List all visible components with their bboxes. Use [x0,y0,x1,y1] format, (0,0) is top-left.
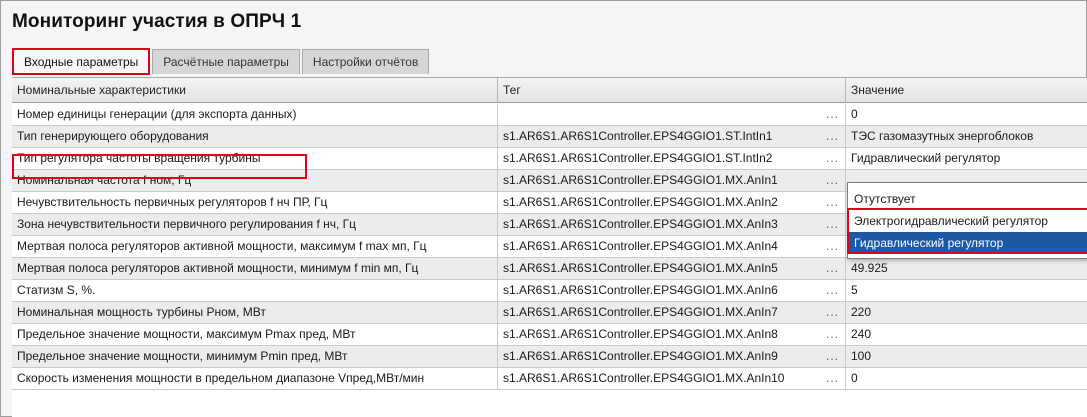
tag-browse-button[interactable]: ... [820,324,846,345]
parameter-name-cell: Предельное значение мощности, минимум Pm… [12,346,498,367]
parameter-name-cell: Тип регулятора частоты вращения турбины [12,148,498,169]
tag-cell[interactable]: s1.AR6S1.AR6S1Controller.EPS4GGIO1.MX.An… [498,368,820,389]
table-row[interactable]: Статизм S, %. s1.AR6S1.AR6S1Controller.EP… [12,280,1087,302]
tag-browse-button[interactable]: ... [820,170,846,191]
table-row[interactable]: Номер единицы генерации (для экспорта да… [12,104,1087,126]
column-header-tag[interactable]: Тег [498,78,846,103]
column-header-characteristics[interactable]: Номинальные характеристики [12,78,498,103]
table-row[interactable]: Номинальная мощность турбины Рном, МВт s1… [12,302,1087,324]
parameter-name-cell: Номер единицы генерации (для экспорта да… [12,104,498,125]
tag-browse-button[interactable]: ... [820,302,846,323]
table-header: Номинальные характеристики Тег Значение [12,78,1087,103]
tag-browse-button[interactable]: ... [820,258,846,279]
parameter-name-cell: Скорость изменения мощности в предельном… [12,368,498,389]
tag-cell[interactable]: s1.AR6S1.AR6S1Controller.EPS4GGIO1.MX.An… [498,170,820,191]
tab-calculated-parameters[interactable]: Расчётные параметры [152,49,300,74]
app-window: Мониторинг участия в ОПРЧ 1 Входные пара… [0,0,1087,417]
column-header-value[interactable]: Значение [846,78,1087,103]
table-row[interactable]: Предельное значение мощности, минимум Pm… [12,346,1087,368]
tag-browse-button[interactable]: ... [820,346,846,367]
parameter-name-cell: Мертвая полоса регуляторов активной мощн… [12,258,498,279]
tag-browse-button[interactable]: ... [820,148,846,169]
value-cell[interactable]: 220 [846,302,1087,323]
tag-cell[interactable]: s1.AR6S1.AR6S1Controller.EPS4GGIO1.MX.An… [498,192,820,213]
dropdown-option-electrohydraulic[interactable]: Электрогидравлический регулятор [848,210,1087,232]
dropdown-option-none[interactable]: Отутствует [848,188,1087,210]
tag-cell[interactable]: s1.AR6S1.AR6S1Controller.EPS4GGIO1.MX.An… [498,236,820,257]
value-cell[interactable]: 240 [846,324,1087,345]
tag-cell[interactable]: s1.AR6S1.AR6S1Controller.EPS4GGIO1.MX.An… [498,324,820,345]
tag-cell[interactable]: s1.AR6S1.AR6S1Controller.EPS4GGIO1.MX.An… [498,214,820,235]
parameter-name-cell: Мертвая полоса регуляторов активной мощн… [12,236,498,257]
tag-cell[interactable]: s1.AR6S1.AR6S1Controller.EPS4GGIO1.MX.An… [498,302,820,323]
dropdown-option-hydraulic[interactable]: Гидравлический регулятор [848,232,1087,254]
table-row[interactable]: Скорость изменения мощности в предельном… [12,368,1087,390]
value-cell[interactable]: 0 [846,104,1087,125]
regulator-type-dropdown[interactable]: Отутствует Электрогидравлический регулят… [847,182,1087,259]
parameter-name-cell: Предельное значение мощности, максимум P… [12,324,498,345]
value-cell[interactable]: ТЭС газомазутных энергоблоков [846,126,1087,147]
tag-cell[interactable]: s1.AR6S1.AR6S1Controller.EPS4GGIO1.MX.An… [498,346,820,367]
value-cell[interactable]: 49.925 [846,258,1087,279]
parameter-name-cell: Тип генерирующего оборудования [12,126,498,147]
parameter-name-cell: Зона нечувствительности первичного регул… [12,214,498,235]
tag-cell[interactable]: s1.AR6S1.AR6S1Controller.EPS4GGIO1.MX.An… [498,280,820,301]
parameter-name-cell: Нечувствительность первичных регуляторов… [12,192,498,213]
table-row[interactable]: Тип генерирующего оборудования s1.AR6S1.A… [12,126,1087,148]
tag-cell[interactable]: s1.AR6S1.AR6S1Controller.EPS4GGIO1.ST.In… [498,148,820,169]
tag-browse-button[interactable]: ... [820,104,846,125]
tab-input-parameters[interactable]: Входные параметры [12,48,151,75]
value-cell[interactable]: Гидравлический регулятор [846,148,1087,169]
tag-cell[interactable] [498,104,820,125]
value-cell[interactable]: 0 [846,368,1087,389]
parameter-name-cell: Номинальная мощность турбины Рном, МВт [12,302,498,323]
tag-browse-button[interactable]: ... [820,192,846,213]
tag-browse-button[interactable]: ... [820,214,846,235]
tag-browse-button[interactable]: ... [820,368,846,389]
tag-browse-button[interactable]: ... [820,236,846,257]
tag-cell[interactable]: s1.AR6S1.AR6S1Controller.EPS4GGIO1.ST.In… [498,126,820,147]
tag-cell[interactable]: s1.AR6S1.AR6S1Controller.EPS4GGIO1.MX.An… [498,258,820,279]
tag-browse-button[interactable]: ... [820,126,846,147]
value-cell[interactable]: 5 [846,280,1087,301]
table-row[interactable]: Предельное значение мощности, максимум P… [12,324,1087,346]
window-title: Мониторинг участия в ОПРЧ 1 [12,11,302,32]
parameter-name-cell: Номинальная частота f ном, Гц [12,170,498,191]
table-row[interactable]: Тип регулятора частоты вращения турбины s… [12,148,1087,170]
value-cell[interactable]: 100 [846,346,1087,367]
parameter-name-cell: Статизм S, %. [12,280,498,301]
tab-bar: Входные параметры Расчётные параметры На… [12,48,431,75]
table-row[interactable]: Мертвая полоса регуляторов активной мощн… [12,258,1087,280]
tag-browse-button[interactable]: ... [820,280,846,301]
tab-report-settings[interactable]: Настройки отчётов [301,49,430,74]
